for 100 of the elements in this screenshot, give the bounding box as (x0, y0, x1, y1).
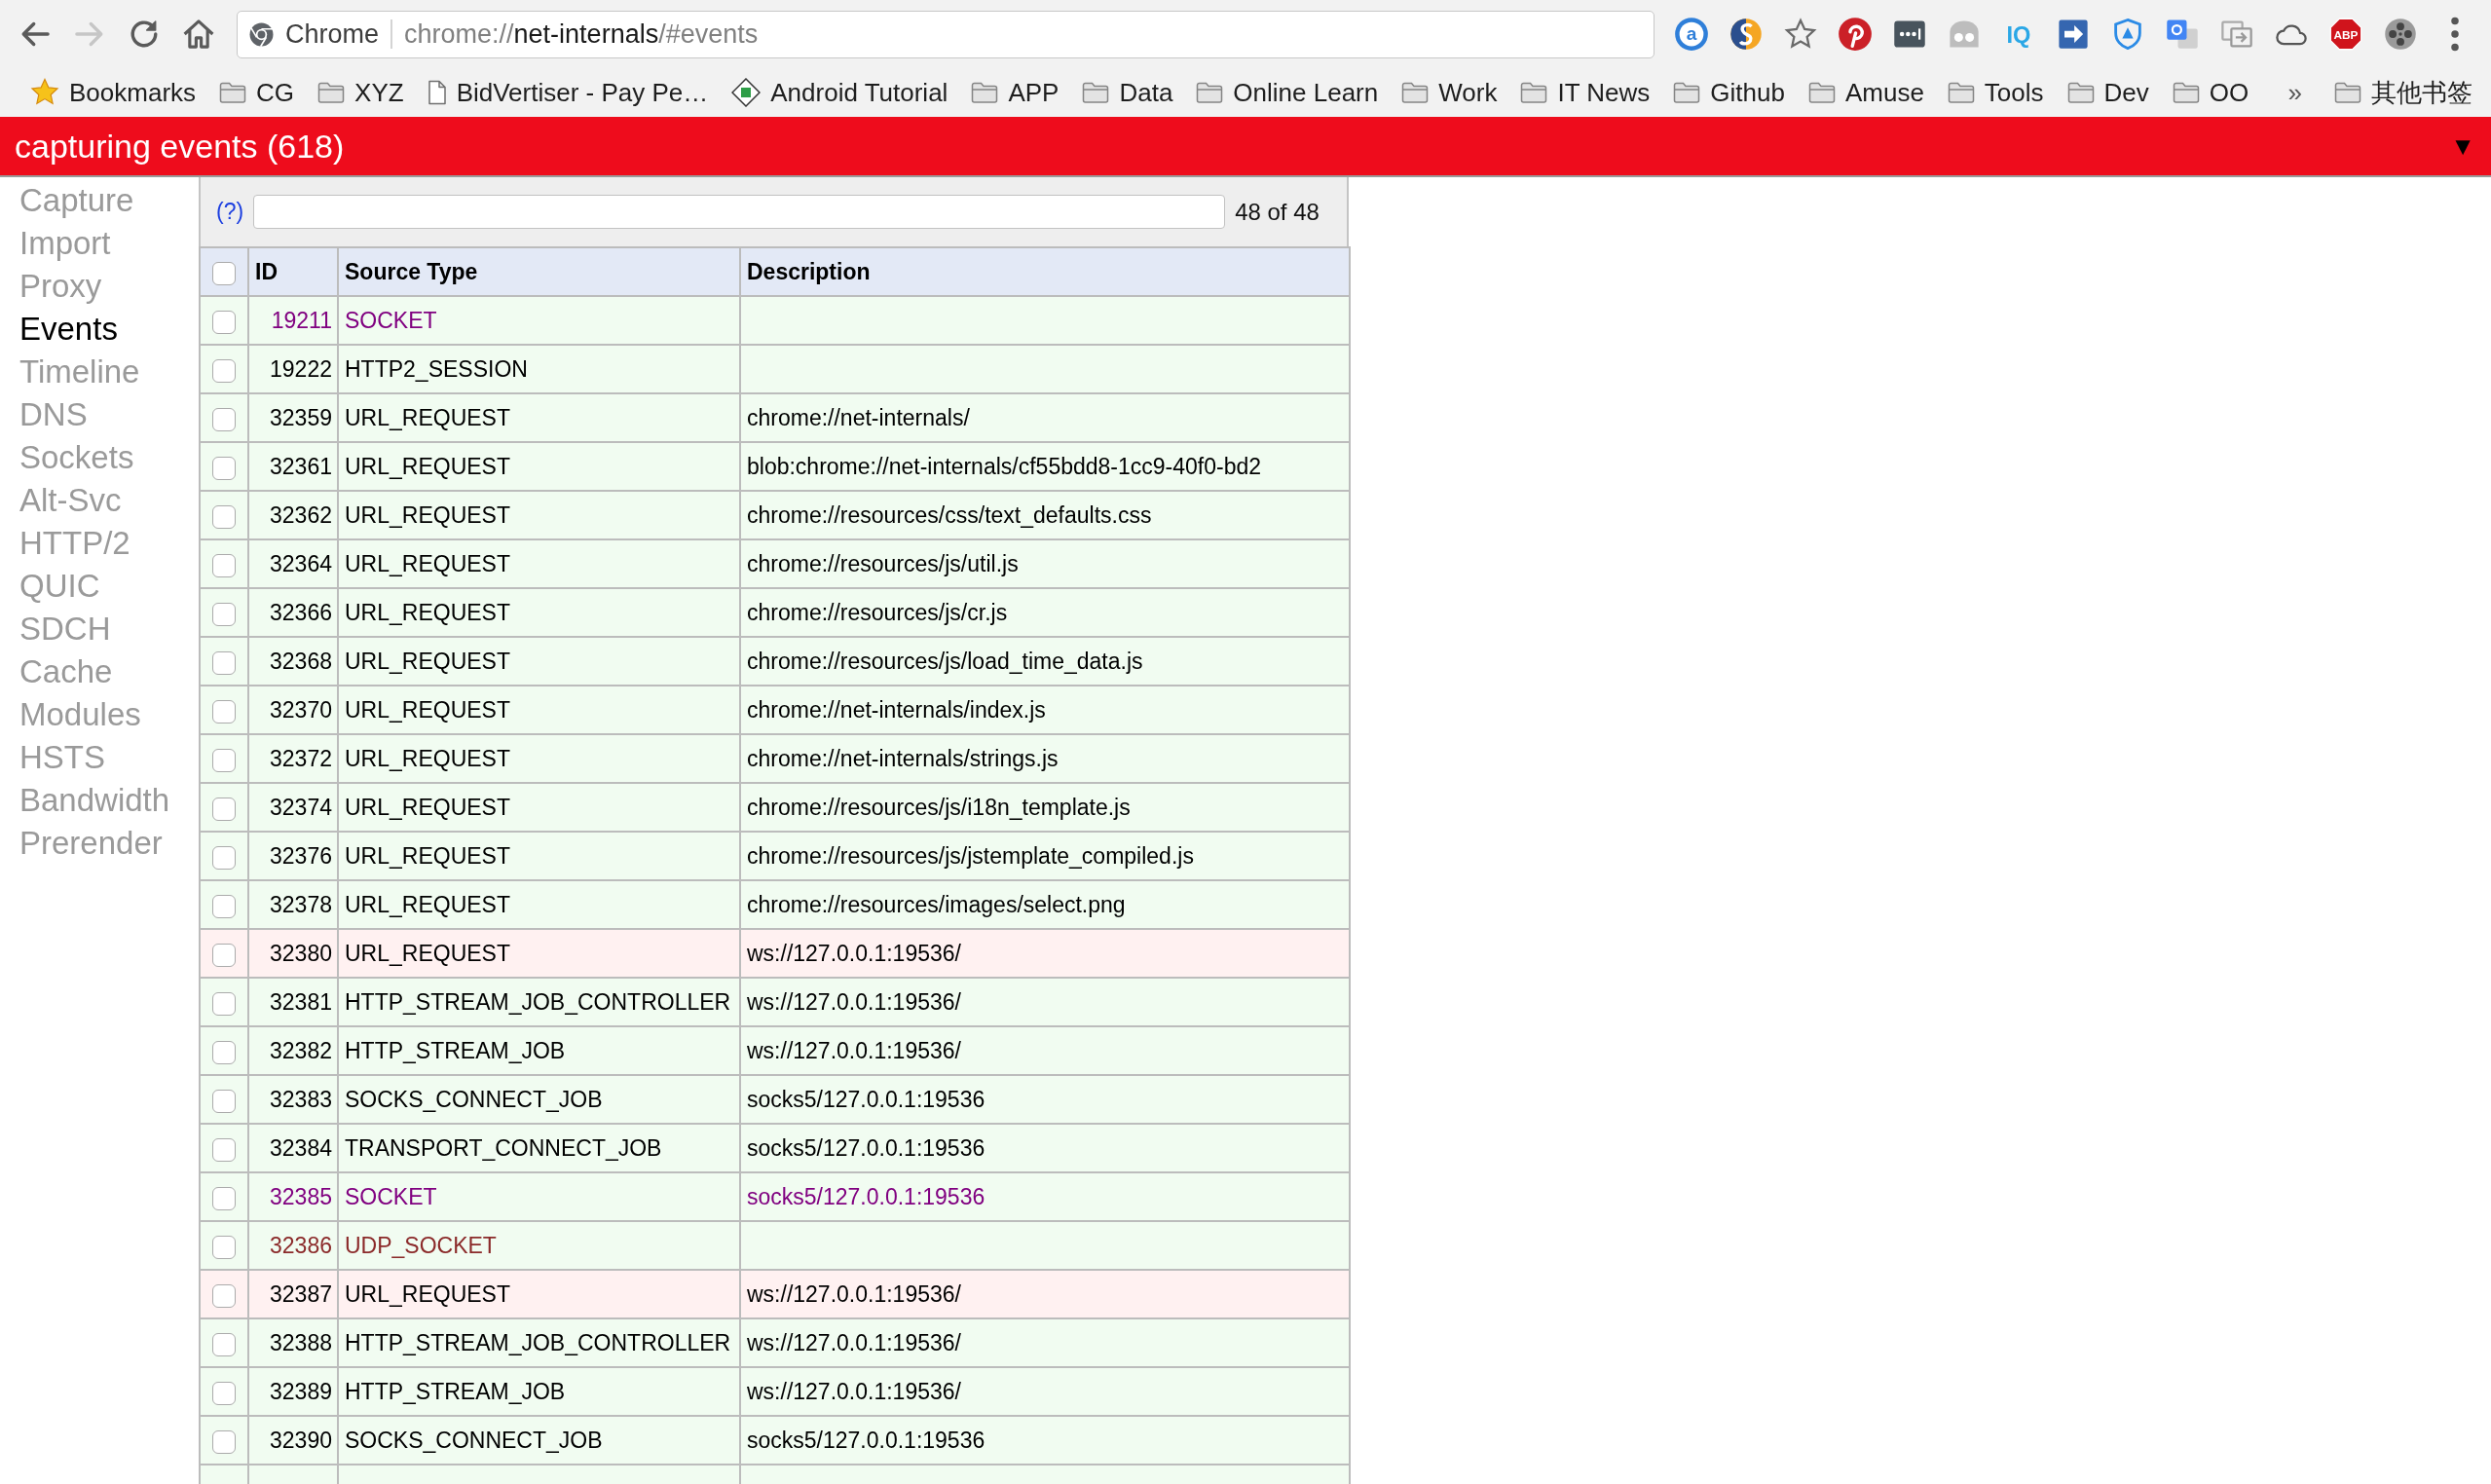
url-text: chrome://net-internals/#events (404, 18, 759, 51)
folder-icon (2334, 82, 2361, 103)
table-row[interactable]: 32388 HTTP_STREAM_JOB_CONTROLLER ws://127.0.0.1:19536/ (200, 1318, 1350, 1367)
swirl-logo-icon[interactable] (1729, 17, 1764, 52)
row-checkbox[interactable] (212, 1137, 236, 1162)
bookmark-item[interactable]: Work (1391, 72, 1508, 113)
folder-icon (1520, 82, 1548, 103)
diamond-icon (731, 78, 762, 107)
bookmark-item[interactable]: IT News (1509, 72, 1661, 113)
row-checkbox[interactable] (212, 1429, 236, 1454)
row-checkbox[interactable] (212, 1040, 236, 1064)
table-row[interactable]: 32372 URL_REQUEST chrome://net-internals/strings.js (200, 734, 1350, 783)
select-all-checkbox[interactable] (212, 261, 236, 285)
row-checkbox[interactable] (212, 407, 236, 431)
table-row[interactable]: 32376 URL_REQUEST chrome://resources/js/jstemplate_compiled.js (200, 832, 1350, 880)
help-link[interactable]: (?) (216, 195, 244, 229)
folder-icon (1673, 82, 1701, 103)
table-row[interactable]: 32359 URL_REQUEST chrome://net-internals/ (200, 393, 1350, 442)
translate-icon[interactable] (2165, 17, 2200, 52)
table-row[interactable]: 32364 URL_REQUEST chrome://resources/js/util.js (200, 539, 1350, 588)
octagon-logo-icon[interactable]: ABP (2328, 17, 2363, 52)
row-checkbox[interactable] (212, 748, 236, 772)
table-row[interactable]: 32366 URL_REQUEST chrome://resources/js/cr.js (200, 588, 1350, 637)
row-checkbox[interactable] (212, 943, 236, 967)
row-checkbox[interactable] (212, 504, 236, 529)
row-checkbox[interactable] (212, 456, 236, 480)
table-row[interactable]: 32386 UDP_SOCKET (200, 1221, 1350, 1270)
row-checkbox[interactable] (212, 310, 236, 334)
bookmark-item[interactable]: BidVertiser - Pay Pe… (416, 72, 720, 113)
bookmark-item[interactable]: Bookmarks (19, 72, 207, 113)
column-header[interactable]: Description (740, 247, 1350, 296)
bookmark-item[interactable]: Data (1071, 72, 1184, 113)
bookmark-item[interactable]: Dev (2056, 72, 2160, 113)
table-row[interactable]: 32380 URL_REQUEST ws://127.0.0.1:19536/ (200, 929, 1350, 978)
row-checkbox[interactable] (212, 650, 236, 675)
folder-icon (1807, 82, 1836, 103)
row-checkbox[interactable] (212, 894, 236, 918)
filter-field[interactable] (253, 195, 1226, 229)
film-reel-icon[interactable] (2383, 17, 2418, 52)
table-row[interactable]: 32378 URL_REQUEST chrome://resources/images/select.png (200, 880, 1350, 929)
row-checkbox[interactable] (212, 699, 236, 723)
row-checkbox[interactable] (212, 1089, 236, 1113)
row-checkbox[interactable] (212, 1186, 236, 1210)
row-checkbox[interactable] (212, 845, 236, 870)
bookmark-item[interactable]: XYZ (307, 72, 415, 113)
table-row[interactable]: 32368 URL_REQUEST chrome://resources/js/load_time_data.js (200, 637, 1350, 686)
folder-icon (2066, 82, 2095, 103)
table-row[interactable]: 32390 SOCKS_CONNECT_JOB socks5/127.0.0.1:19536 (200, 1416, 1350, 1465)
browser-logo-icon[interactable] (249, 21, 274, 47)
pin-logo-icon[interactable] (1838, 17, 1873, 52)
folder-icon (1947, 82, 1975, 103)
bookmark-item[interactable]: Android Tutorial (721, 72, 959, 113)
column-header[interactable]: Source Type (338, 247, 740, 296)
table-row[interactable]: 32362 URL_REQUEST chrome://resources/css/text_defaults.css (200, 491, 1350, 539)
table-row[interactable]: 32383 SOCKS_CONNECT_JOB socks5/127.0.0.1:19536 (200, 1075, 1350, 1124)
table-row[interactable]: 32381 HTTP_STREAM_JOB_CONTROLLER ws://127.0.0.1:19536/ (200, 978, 1350, 1026)
table-row[interactable]: 19222 HTTP2_SESSION (200, 345, 1350, 393)
row-checkbox[interactable] (212, 358, 236, 383)
address-bar[interactable]: Chrome chrome://net-internals/#events (237, 10, 1654, 58)
circle-logo-icon[interactable]: a (1674, 17, 1709, 52)
folder-icon (317, 82, 346, 103)
folder-icon (1082, 82, 1110, 103)
table-row[interactable]: 32384 TRANSPORT_CONNECT_JOB socks5/127.0.0.1:19536 (200, 1124, 1350, 1172)
bookmark-item[interactable]: APP (960, 72, 1070, 113)
home-icon[interactable] (182, 18, 215, 51)
table-row[interactable]: 32387 URL_REQUEST ws://127.0.0.1:19536/ (200, 1270, 1350, 1318)
bookmark-item[interactable]: OO (2161, 72, 2260, 113)
row-checkbox[interactable] (212, 1332, 236, 1356)
table-row[interactable]: 19211 SOCKET (200, 296, 1350, 345)
more-menu-icon[interactable] (2449, 17, 2461, 52)
sidebar-tab[interactable]: Events (19, 308, 118, 351)
table-row[interactable]: 32374 URL_REQUEST chrome://resources/js/i18n_template.js (200, 783, 1350, 832)
table-row[interactable]: 32385 SOCKET socks5/127.0.0.1:19536 (200, 1172, 1350, 1221)
arrow-tile-icon[interactable] (2056, 17, 2091, 52)
row-checkbox[interactable] (212, 991, 236, 1016)
folder-icon (1401, 82, 1430, 103)
row-checkbox[interactable] (212, 553, 236, 577)
table-row[interactable]: 32370 URL_REQUEST chrome://net-internals/index.js (200, 686, 1350, 734)
bookmark-item[interactable]: Github (1662, 72, 1796, 113)
folder-icon (971, 82, 999, 103)
folder-icon (1196, 82, 1224, 103)
row-checkbox[interactable] (212, 797, 236, 821)
row-checkbox[interactable] (212, 602, 236, 626)
dropdown-toggle[interactable]: ▼ (2450, 133, 2475, 159)
row-checkbox[interactable] (212, 1381, 236, 1405)
row-checkbox[interactable] (212, 1283, 236, 1308)
table-row[interactable]: 32361 URL_REQUEST blob:chrome://net-internals/cf55bdd8-1cc9-40f0-bd2 (200, 442, 1350, 491)
table-row[interactable]: 32382 HTTP_STREAM_JOB ws://127.0.0.1:19536/ (200, 1026, 1350, 1075)
bookmark-item[interactable]: Amuse (1797, 72, 1935, 113)
bookmark-item[interactable]: CG (208, 72, 306, 113)
bookmark-item[interactable]: Online Learn (1185, 72, 1390, 113)
match-count: 48 of 48 (1235, 197, 1320, 227)
bookmark-item[interactable]: 其他书签 (2324, 72, 2483, 113)
bookmark-item[interactable]: Tools (1936, 72, 2055, 113)
row-checkbox[interactable] (212, 1235, 236, 1259)
folder-icon (219, 82, 247, 103)
folder-icon (2172, 82, 2200, 103)
table-row[interactable]: 32389 HTTP_STREAM_JOB ws://127.0.0.1:19536/ (200, 1367, 1350, 1416)
bookmarks-overflow-button[interactable]: » (2276, 73, 2314, 112)
star-icon (30, 78, 59, 107)
